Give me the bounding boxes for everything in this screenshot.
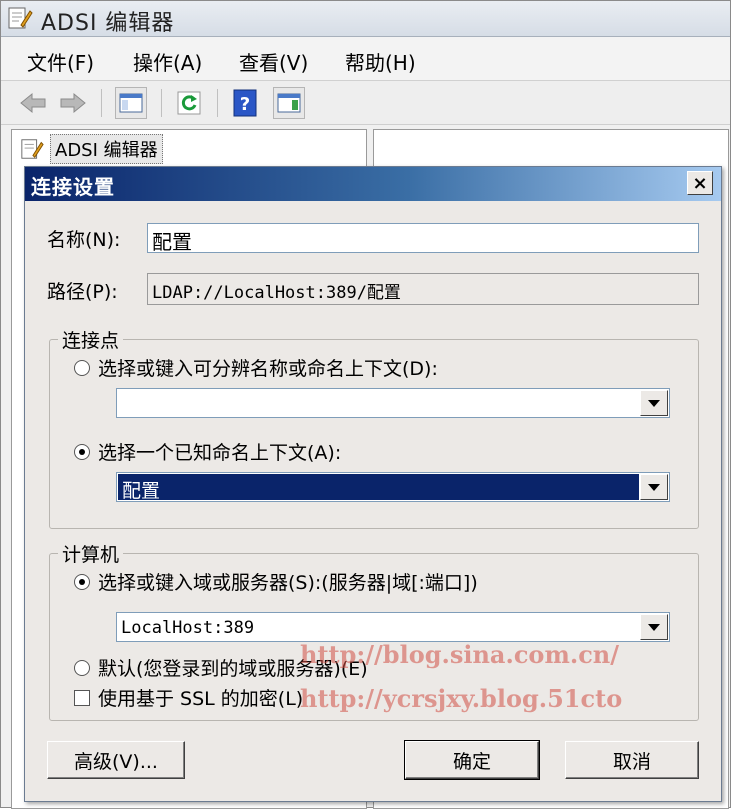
path-field: LDAP://LocalHost:389/配置 [147, 273, 699, 305]
show-hide-action-pane-button[interactable] [273, 87, 305, 119]
ssl-checkbox[interactable] [74, 689, 90, 706]
server-option-label: 选择或键入域或服务器(S):(服务器|域[:端口]) [98, 572, 478, 594]
cancel-button[interactable]: 取消 [565, 741, 699, 779]
menu-view[interactable]: 查看(V) [233, 45, 314, 78]
known-context-option[interactable]: 选择一个已知命名上下文(A): [74, 438, 341, 465]
tree-root-label: ADSI 编辑器 [50, 134, 163, 164]
forward-arrow-icon [60, 92, 86, 114]
server-option[interactable]: 选择或键入域或服务器(S):(服务器|域[:端口]) [74, 568, 478, 595]
dn-radio[interactable] [74, 359, 90, 376]
toolbar: ? [1, 81, 730, 125]
close-button[interactable]: × [687, 171, 713, 195]
toolbar-separator [101, 89, 102, 117]
ok-button[interactable]: 确定 [404, 740, 540, 780]
name-input[interactable]: 配置 [147, 223, 699, 253]
help-icon: ? [233, 89, 257, 117]
connection-point-legend: 连接点 [58, 326, 124, 353]
console-tree-icon [119, 93, 143, 113]
server-combobox-value: LocalHost:389 [121, 618, 255, 638]
known-context-label: 选择一个已知命名上下文(A): [98, 442, 342, 464]
action-pane-icon [277, 93, 301, 113]
dialog-title: 连接设置 [31, 175, 115, 199]
known-context-radio[interactable] [74, 443, 90, 460]
connection-point-group: 连接点 选择或键入可分辨名称或命名上下文(D): 选择一个已知命名上下文(A):… [49, 326, 699, 529]
path-label: 路径(P): [47, 281, 118, 303]
adsi-editor-node-icon [21, 139, 44, 159]
default-radio[interactable] [74, 659, 90, 676]
toolbar-separator [161, 89, 162, 117]
selection-highlight: 配置 [118, 474, 639, 502]
close-icon: × [692, 172, 708, 194]
chevron-down-icon[interactable] [640, 474, 668, 500]
name-label: 名称(N): [47, 229, 121, 251]
refresh-button[interactable] [173, 87, 205, 119]
advanced-button[interactable]: 高级(V)... [47, 741, 185, 779]
menu-action[interactable]: 操作(A) [127, 45, 208, 78]
dn-option-label: 选择或键入可分辨名称或命名上下文(D): [98, 358, 438, 380]
help-button[interactable]: ? [229, 87, 261, 119]
known-context-value: 配置 [122, 480, 161, 502]
computer-legend: 计算机 [58, 540, 124, 567]
tree-root-node[interactable]: ADSI 编辑器 [20, 134, 163, 164]
menu-bar: 文件(F) 操作(A) 查看(V) 帮助(H) [1, 37, 730, 81]
adsi-editor-icon [8, 7, 33, 29]
watermark-text: http://blog.sina.com.cn/ [300, 640, 620, 669]
back-arrow-icon [20, 92, 46, 114]
dn-option[interactable]: 选择或键入可分辨名称或命名上下文(D): [74, 354, 438, 381]
watermark-text: http://ycrsjxy.blog.51cto [300, 684, 623, 713]
forward-button[interactable] [57, 87, 89, 119]
window-title: ADSI 编辑器 [41, 11, 175, 36]
ssl-option-label: 使用基于 SSL 的加密(L) [98, 688, 304, 710]
dialog-title-bar: 连接设置 × [25, 167, 721, 201]
menu-file[interactable]: 文件(F) [21, 45, 100, 78]
title-bar: ADSI 编辑器 [1, 1, 730, 37]
ssl-option[interactable]: 使用基于 SSL 的加密(L) [74, 684, 303, 711]
back-button[interactable] [17, 87, 49, 119]
server-combobox[interactable]: LocalHost:389 [116, 612, 670, 642]
server-radio[interactable] [74, 573, 90, 590]
refresh-icon [177, 91, 201, 115]
show-hide-tree-button[interactable] [115, 87, 147, 119]
svg-text:?: ? [240, 94, 250, 115]
chevron-down-icon[interactable] [640, 614, 668, 640]
dn-combobox[interactable] [116, 388, 670, 418]
chevron-down-icon[interactable] [640, 390, 668, 416]
known-context-combobox[interactable]: 配置 [116, 472, 670, 502]
menu-help[interactable]: 帮助(H) [339, 45, 422, 78]
toolbar-separator [217, 89, 218, 117]
